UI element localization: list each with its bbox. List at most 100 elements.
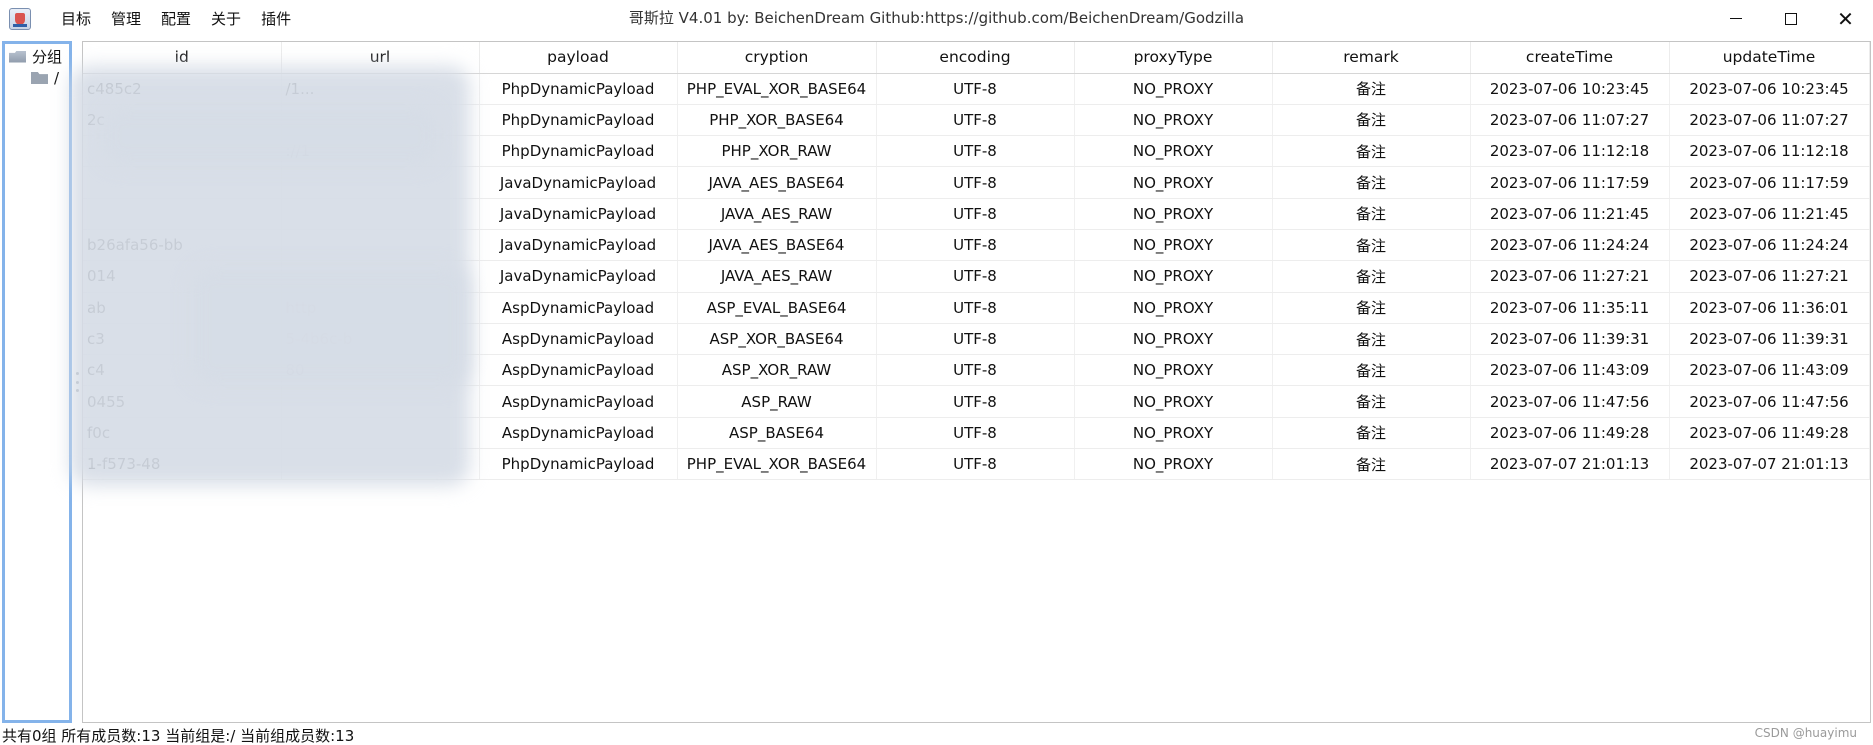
cell-url xyxy=(281,229,480,262)
cell-remark: 备注 xyxy=(1272,292,1471,324)
window-controls: ✕ xyxy=(1708,0,1873,37)
cell-updatetime: 2023-07-06 11:12:18 xyxy=(1669,135,1870,168)
cell-remark: 备注 xyxy=(1272,104,1471,137)
cell-remark: 备注 xyxy=(1272,385,1471,418)
cell-url: http xyxy=(281,292,480,324)
minimize-icon xyxy=(1729,18,1742,19)
cell-id xyxy=(83,198,282,230)
cell-url xyxy=(281,417,480,450)
cell-remark: 备注 xyxy=(1272,354,1471,387)
cell-proxytype: NO_PROXY xyxy=(1074,198,1273,230)
cell-encoding: UTF-8 xyxy=(876,229,1075,262)
cell-url xyxy=(281,385,480,418)
table-row[interactable]: c3 5-4b6c-b AspDynamicPayload ASP_XOR_BASE6… xyxy=(83,323,1870,356)
tree-node-child[interactable]: / xyxy=(31,69,59,87)
group-tree[interactable]: 分组 / xyxy=(2,41,72,723)
menu-manage[interactable]: 管理 xyxy=(101,6,151,32)
cell-updatetime: 2023-07-06 11:24:24 xyxy=(1669,229,1870,262)
cell-createtime: 2023-07-06 11:49:28 xyxy=(1470,417,1670,450)
table-row[interactable]: ://1 PhpDynamicPayload PHP_XOR_RAW UTF-8 NO_… xyxy=(83,135,1870,168)
close-button[interactable]: ✕ xyxy=(1818,0,1873,37)
close-icon: ✕ xyxy=(1837,6,1854,31)
table-row[interactable]: 1-f573-48 PhpDynamicPayload PHP_EVAL_XOR_B… xyxy=(83,448,1870,481)
cell-id: 014 xyxy=(83,260,282,293)
cell-remark: 备注 xyxy=(1272,73,1471,105)
minimize-button[interactable] xyxy=(1708,0,1763,37)
cell-encoding: UTF-8 xyxy=(876,385,1075,418)
cell-cryption: ASP_XOR_RAW xyxy=(677,354,877,387)
cell-id: 1-f573-48 xyxy=(83,448,282,481)
cell-updatetime: 2023-07-06 11:47:56 xyxy=(1669,385,1870,418)
cell-cryption: JAVA_AES_BASE64 xyxy=(677,229,877,262)
table-row[interactable]: c4 80 AspDynamicPayload ASP_XOR_RAW UTF-8 NO_… xyxy=(83,354,1870,387)
column-header-id[interactable]: id xyxy=(83,42,282,74)
menu-config[interactable]: 配置 xyxy=(151,6,201,32)
column-header-proxytype[interactable]: proxyType xyxy=(1074,42,1273,74)
cell-encoding: UTF-8 xyxy=(876,135,1075,168)
column-header-createtime[interactable]: createTime xyxy=(1470,42,1670,74)
cell-cryption: JAVA_AES_RAW xyxy=(677,198,877,230)
column-header-updatetime[interactable]: updateTime xyxy=(1669,42,1870,74)
menu-about[interactable]: 关于 xyxy=(201,6,251,32)
cell-payload: PhpDynamicPayload xyxy=(479,448,678,481)
table-row[interactable]: JavaDynamicPayload JAVA_AES_BASE64 UTF-8 NO… xyxy=(83,166,1870,199)
menu-target[interactable]: 目标 xyxy=(51,6,101,32)
cell-payload: JavaDynamicPayload xyxy=(479,260,678,293)
cell-proxytype: NO_PROXY xyxy=(1074,135,1273,168)
shell-table[interactable]: id url payload cryption encoding proxyTy… xyxy=(82,41,1871,723)
cell-cryption: PHP_EVAL_XOR_BASE64 xyxy=(677,73,877,105)
cell-payload: AspDynamicPayload xyxy=(479,354,678,387)
cell-url xyxy=(281,104,480,137)
table-row[interactable]: ab http AspDynamicPayload ASP_EVAL_BASE64 UT… xyxy=(83,292,1870,324)
tree-node-root[interactable]: 分组 xyxy=(9,46,62,67)
cell-id: 0455 xyxy=(83,385,282,418)
cell-createtime: 2023-07-06 11:24:24 xyxy=(1470,229,1670,262)
cell-proxytype: NO_PROXY xyxy=(1074,260,1273,293)
maximize-button[interactable] xyxy=(1763,0,1818,37)
column-header-encoding[interactable]: encoding xyxy=(876,42,1075,74)
tree-root-label: 分组 xyxy=(32,48,63,66)
cell-payload: PhpDynamicPayload xyxy=(479,73,678,105)
cell-createtime: 2023-07-06 11:43:09 xyxy=(1470,354,1670,387)
cell-updatetime: 2023-07-06 11:39:31 xyxy=(1669,323,1870,356)
table-row[interactable]: JavaDynamicPayload JAVA_AES_RAW UTF-8 NO_PR… xyxy=(83,198,1870,230)
table-row[interactable]: 014 JavaDynamicPayload JAVA_AES_RAW UTF-8 NO… xyxy=(83,260,1870,293)
cell-cryption: ASP_BASE64 xyxy=(677,417,877,450)
cell-remark: 备注 xyxy=(1272,260,1471,293)
cell-id xyxy=(83,166,282,199)
cell-remark: 备注 xyxy=(1272,166,1471,199)
cell-proxytype: NO_PROXY xyxy=(1074,448,1273,481)
table-header-row: id url payload cryption encoding proxyTy… xyxy=(83,42,1870,74)
column-header-payload[interactable]: payload xyxy=(479,42,678,74)
app-icon[interactable] xyxy=(9,7,31,30)
cell-proxytype: NO_PROXY xyxy=(1074,73,1273,105)
table-row[interactable]: 0455 AspDynamicPayload ASP_RAW UTF-8 NO_PROX… xyxy=(83,385,1870,418)
cell-url xyxy=(281,198,480,230)
table-row[interactable]: 2c PhpDynamicPayload PHP_XOR_BASE64 UTF-8 NO… xyxy=(83,104,1870,137)
cell-id: c485c2 xyxy=(83,73,282,105)
table-row[interactable]: b26afa56-bb JavaDynamicPayload JAVA_AES_BA… xyxy=(83,229,1870,262)
column-header-url[interactable]: url xyxy=(281,42,480,74)
cell-createtime: 2023-07-06 11:47:56 xyxy=(1470,385,1670,418)
splitter-handle[interactable] xyxy=(75,372,79,392)
cell-proxytype: NO_PROXY xyxy=(1074,166,1273,199)
table-row[interactable]: f0c AspDynamicPayload ASP_BASE64 UTF-8 NO_PR… xyxy=(83,417,1870,450)
cell-encoding: UTF-8 xyxy=(876,260,1075,293)
cell-createtime: 2023-07-06 11:21:45 xyxy=(1470,198,1670,230)
cell-cryption: JAVA_AES_BASE64 xyxy=(677,166,877,199)
cell-payload: JavaDynamicPayload xyxy=(479,198,678,230)
cell-createtime: 2023-07-06 11:35:11 xyxy=(1470,292,1670,324)
cell-id: c3 xyxy=(83,323,282,356)
column-header-remark[interactable]: remark xyxy=(1272,42,1471,74)
menu-plugins[interactable]: 插件 xyxy=(251,6,301,32)
folder-icon xyxy=(31,72,48,84)
cell-url xyxy=(281,448,480,481)
cell-remark: 备注 xyxy=(1272,135,1471,168)
column-header-cryption[interactable]: cryption xyxy=(677,42,877,74)
cell-id: 2c xyxy=(83,104,282,137)
table-row[interactable]: c485c2/1... PhpDynamicPayload PHP_EVAL_XOR… xyxy=(83,73,1870,105)
cell-proxytype: NO_PROXY xyxy=(1074,385,1273,418)
cell-updatetime: 2023-07-06 11:21:45 xyxy=(1669,198,1870,230)
title-bar: 目标 管理 配置 关于 插件 哥斯拉 V4.01 by: BeichenDrea… xyxy=(0,0,1873,37)
cell-url: 5-4b6c-b xyxy=(281,323,480,356)
